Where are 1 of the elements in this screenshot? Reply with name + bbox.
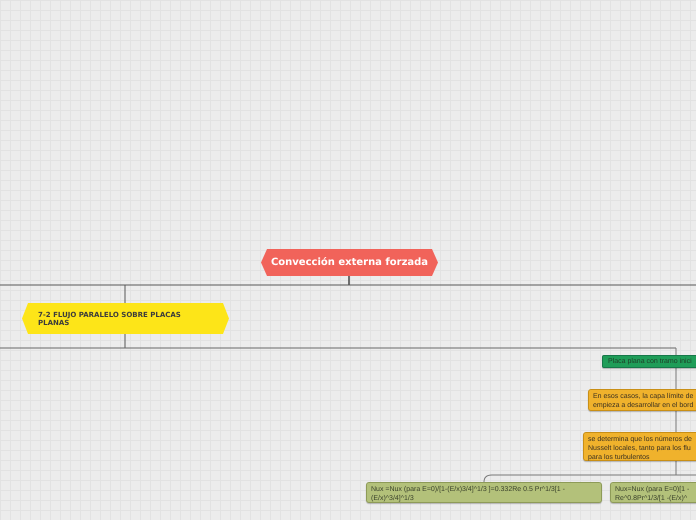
central-topic: Convección externa forzada (261, 249, 438, 276)
